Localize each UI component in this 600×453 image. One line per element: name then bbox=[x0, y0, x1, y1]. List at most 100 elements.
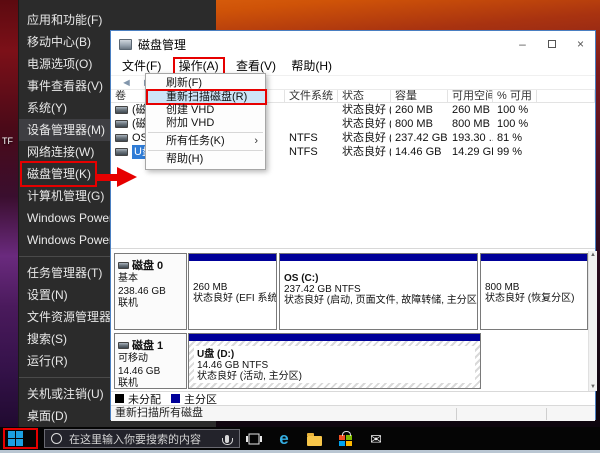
cell-pct: 100 % bbox=[493, 103, 537, 117]
menu-item-create-vhd[interactable]: 创建 VHD bbox=[146, 104, 265, 117]
primary-partition-bar bbox=[481, 254, 587, 261]
primary-partition-bar bbox=[189, 254, 276, 261]
menu-item-attach-vhd[interactable]: 附加 VHD bbox=[146, 117, 265, 130]
winx-item-apps-features[interactable]: 应用和功能(F) bbox=[19, 9, 216, 31]
col-pct-free[interactable]: % 可用 bbox=[493, 90, 537, 102]
disk-type: 可移动 bbox=[118, 353, 183, 366]
statusbar-divider bbox=[546, 408, 547, 420]
disk-management-icon bbox=[119, 39, 132, 50]
taskbar: 在这里输入你要搜索的内容 e ✉ bbox=[0, 427, 600, 450]
disk-size: 238.46 GB bbox=[118, 286, 183, 299]
desktop-icon-label: TF bbox=[2, 136, 13, 146]
menu-item-label: 重新扫描磁盘(R) bbox=[166, 91, 247, 103]
cell-filesystem bbox=[285, 117, 338, 131]
disk-graphical-pane: 磁盘 0 基本 238.46 GB 联机 260 MB 状态良好 (EFI 系统… bbox=[111, 251, 595, 391]
scroll-up-icon[interactable]: ▲ bbox=[589, 252, 597, 258]
unallocated-swatch bbox=[115, 394, 124, 403]
maximize-icon bbox=[548, 40, 556, 48]
cell-free: 193.30 ... bbox=[448, 131, 493, 145]
search-input[interactable]: 在这里输入你要搜索的内容 bbox=[69, 431, 201, 447]
edge-icon: e bbox=[279, 431, 288, 447]
disk-icon bbox=[118, 342, 129, 349]
cell-capacity: 800 MB bbox=[391, 117, 448, 131]
action-dropdown-menu: 刷新(F) 重新扫描磁盘(R) 创建 VHD 附加 VHD 所有任务(K) › … bbox=[145, 73, 266, 170]
partition-recovery[interactable]: 800 MB 状态良好 (恢复分区) bbox=[480, 253, 588, 330]
edge-browser-button[interactable]: e bbox=[276, 431, 292, 447]
maximize-button[interactable] bbox=[537, 31, 566, 57]
menu-item-rescan-disks[interactable]: 重新扫描磁盘(R) bbox=[146, 90, 265, 104]
partition-efi[interactable]: 260 MB 状态良好 (EFI 系统分区 bbox=[188, 253, 277, 330]
title-bar[interactable]: 磁盘管理 – × bbox=[111, 31, 595, 57]
cell-filesystem: NTFS bbox=[285, 145, 338, 159]
cell-status: 状态良好 (... bbox=[338, 145, 391, 159]
task-view-icon bbox=[246, 433, 262, 445]
task-view-button[interactable] bbox=[246, 431, 262, 447]
volume-icon bbox=[115, 120, 128, 128]
partition-os-c[interactable]: OS (C:) 237.42 GB NTFS 状态良好 (启动, 页面文件, 故… bbox=[279, 253, 478, 330]
primary-partition-swatch bbox=[171, 394, 180, 403]
cell-status: 状态良好 (... bbox=[338, 131, 391, 145]
col-status[interactable]: 状态 bbox=[338, 90, 391, 102]
cell-capacity: 260 MB bbox=[391, 103, 448, 117]
disk0-panel[interactable]: 磁盘 0 基本 238.46 GB 联机 bbox=[114, 253, 187, 330]
menu-help[interactable]: 帮助(H) bbox=[285, 57, 338, 76]
volume-icon bbox=[115, 134, 128, 142]
file-explorer-button[interactable] bbox=[306, 431, 322, 447]
menu-separator bbox=[148, 150, 263, 151]
disk-size: 14.46 GB bbox=[118, 366, 183, 379]
primary-partition-bar bbox=[189, 334, 480, 341]
partition-title: OS (C:) bbox=[284, 273, 473, 284]
window-title: 磁盘管理 bbox=[138, 36, 186, 53]
cell-free: 14.29 GB bbox=[448, 145, 493, 159]
mail-button[interactable]: ✉ bbox=[368, 431, 384, 447]
partition-title: U盘 (D:) bbox=[197, 349, 472, 360]
col-free[interactable]: 可用空间 bbox=[448, 90, 493, 102]
disk1-row: 磁盘 1 可移动 14.46 GB 联机 U盘 (D:) 14.46 GB NT… bbox=[114, 333, 588, 389]
primary-partition-bar bbox=[280, 254, 477, 261]
partition-status: 状态良好 (启动, 页面文件, 故障转储, 主分区) bbox=[284, 295, 473, 306]
partition-status: 状态良好 (活动, 主分区) bbox=[197, 371, 472, 382]
cell-pct: 81 % bbox=[493, 131, 537, 145]
partition-size: 237.42 GB NTFS bbox=[284, 284, 473, 295]
annotation-red-box-start bbox=[3, 428, 38, 449]
partition-status: 状态良好 (EFI 系统分区 bbox=[193, 293, 272, 304]
cell-status: 状态良好 (... bbox=[338, 103, 391, 117]
scroll-down-icon[interactable]: ▼ bbox=[589, 384, 597, 390]
cell-pct: 99 % bbox=[493, 145, 537, 159]
vertical-scrollbar[interactable]: ▲ ▼ bbox=[588, 251, 597, 391]
disk1-panel[interactable]: 磁盘 1 可移动 14.46 GB 联机 bbox=[114, 333, 187, 389]
partition-usb-selected[interactable]: U盘 (D:) 14.46 GB NTFS 状态良好 (活动, 主分区) bbox=[188, 333, 481, 389]
annotation-red-box-disk-management bbox=[20, 161, 97, 187]
col-filesystem[interactable]: 文件系统 bbox=[285, 90, 338, 102]
microphone-icon[interactable] bbox=[225, 435, 229, 443]
menu-item-help[interactable]: 帮助(H) bbox=[146, 153, 265, 166]
back-icon[interactable]: ◄ bbox=[121, 77, 132, 89]
cell-filesystem bbox=[285, 103, 338, 117]
cell-free: 800 MB bbox=[448, 117, 493, 131]
close-button[interactable]: × bbox=[566, 31, 595, 57]
store-button[interactable] bbox=[337, 431, 353, 447]
cell-status: 状态良好 (... bbox=[338, 117, 391, 131]
partition-size: 260 MB bbox=[193, 282, 272, 293]
taskbar-search-box[interactable]: 在这里输入你要搜索的内容 bbox=[44, 429, 240, 448]
menu-separator bbox=[148, 132, 263, 133]
partition-size: 800 MB bbox=[485, 282, 583, 293]
cell-filesystem: NTFS bbox=[285, 131, 338, 145]
mail-icon: ✉ bbox=[370, 431, 382, 447]
minimize-button[interactable]: – bbox=[508, 31, 537, 57]
partition-status: 状态良好 (恢复分区) bbox=[485, 293, 583, 304]
disk0-row: 磁盘 0 基本 238.46 GB 联机 260 MB 状态良好 (EFI 系统… bbox=[114, 253, 588, 330]
col-capacity[interactable]: 容量 bbox=[391, 90, 448, 102]
status-bar: 重新扫描所有磁盘 bbox=[111, 405, 595, 421]
disk-icon bbox=[118, 262, 129, 269]
menu-item-all-tasks[interactable]: 所有任务(K) › bbox=[146, 135, 265, 148]
cell-pct: 100 % bbox=[493, 117, 537, 131]
partition-size: 14.46 GB NTFS bbox=[197, 360, 472, 371]
col-extra bbox=[537, 90, 595, 102]
status-text: 重新扫描所有磁盘 bbox=[115, 407, 203, 419]
desktop: TF 应用和功能(F) 移动中心(B) 电源选项(O) 事件查看器(V) 系统(… bbox=[0, 0, 600, 453]
disk-type: 基本 bbox=[118, 273, 183, 286]
cortana-icon bbox=[51, 433, 62, 444]
menu-item-refresh[interactable]: 刷新(F) bbox=[146, 77, 265, 90]
annotation-red-arrow bbox=[95, 167, 137, 188]
